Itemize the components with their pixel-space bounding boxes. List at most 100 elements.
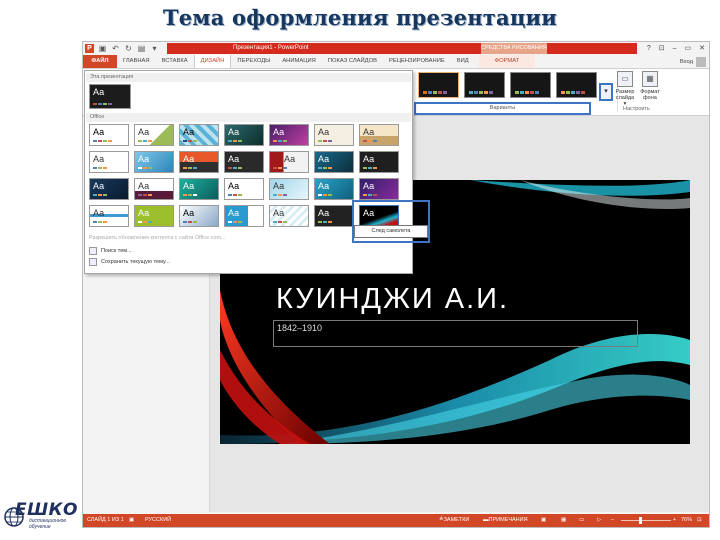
save-current-theme-link[interactable]: Сохранить текущую тему...	[89, 258, 170, 266]
theme-tile[interactable]: Аа	[179, 205, 219, 227]
logo-tagline: дистанционное обучение	[29, 518, 66, 530]
tab-format[interactable]: ФОРМАТ	[478, 55, 536, 68]
theme-tile[interactable]: Аа	[224, 178, 264, 200]
format-background-button[interactable]: ▦ Формат фона	[639, 71, 661, 101]
theme-tile[interactable]: Аа	[314, 124, 354, 146]
tab-transitions[interactable]: ПЕРЕХОДЫ	[231, 55, 276, 68]
slide-heading[interactable]: КУИНДЖИ А.И.	[276, 283, 509, 316]
subtitle-placeholder[interactable]: 1842–1910	[273, 320, 638, 347]
reading-view-icon[interactable]: ▭	[579, 514, 584, 527]
redo-icon[interactable]: ↻	[124, 44, 133, 53]
theme-tile-label: Аа	[183, 127, 195, 137]
slide-size-button[interactable]: ▭ Размер слайда ▾	[614, 71, 636, 107]
theme-tile[interactable]: Аа	[314, 151, 354, 173]
undo-icon[interactable]: ↶	[111, 44, 120, 53]
theme-tile-label: Аа	[138, 154, 150, 164]
tab-animations[interactable]: АНИМАЦИЯ	[276, 55, 322, 68]
title-bar: P ▣ ↶ ↻ ▤ ▾ Презентация1 - PowerPoint СР…	[83, 42, 709, 55]
theme-tile[interactable]: Аа	[314, 178, 354, 200]
theme-tile-label: Аа	[138, 127, 150, 137]
theme-tile-label: Аа	[363, 154, 375, 164]
theme-tile[interactable]: Аа	[269, 178, 309, 200]
zoom-slider[interactable]	[621, 520, 671, 521]
theme-tile[interactable]: Аа	[134, 151, 174, 173]
close-icon[interactable]: ✕	[699, 43, 705, 54]
minimize-icon[interactable]: –	[673, 43, 677, 54]
slide-size-icon: ▭	[617, 71, 633, 87]
zoom-out-icon[interactable]: –	[611, 514, 614, 527]
theme-tile-label: Аа	[228, 181, 240, 191]
theme-tile-label: Аа	[273, 208, 285, 218]
ribbon-tabs: ФАЙЛ ГЛАВНАЯ ВСТАВКА ДИЗАЙН ПЕРЕХОДЫ АНИ…	[83, 55, 709, 69]
variants-more-button[interactable]: ▾	[599, 83, 613, 101]
browse-label: Поиск тем...	[101, 248, 132, 254]
theme-tile[interactable]: Аа	[89, 178, 129, 200]
zoom-in-icon[interactable]: +	[673, 514, 676, 527]
theme-tile[interactable]: Аа	[179, 124, 219, 146]
sign-in[interactable]: Вход	[680, 55, 706, 68]
theme-tile-current[interactable]: Аа	[89, 84, 131, 109]
zoom-slider-thumb[interactable]	[639, 517, 642, 524]
slide-sorter-icon[interactable]: ▦	[561, 514, 566, 527]
slide-subtitle: 1842–1910	[277, 323, 323, 333]
theme-tooltip: След самолета	[354, 225, 428, 238]
theme-tile[interactable]: Аа	[359, 178, 399, 200]
ribbon-display-icon[interactable]: ⊡	[659, 43, 665, 54]
save-icon[interactable]: ▣	[98, 44, 107, 53]
tab-file[interactable]: ФАЙЛ	[83, 55, 117, 68]
language-indicator[interactable]: РУССКИЙ	[145, 514, 171, 527]
theme-tile-label: Аа	[93, 154, 105, 164]
avatar[interactable]	[696, 56, 706, 67]
theme-tile-label: Аа	[93, 181, 105, 191]
format-background-icon: ▦	[642, 71, 658, 87]
zoom-level[interactable]: 76%	[681, 514, 692, 527]
theme-tile[interactable]: Аа	[359, 151, 399, 173]
slideshow-icon[interactable]: ▷	[597, 514, 601, 527]
variant-thumbnail[interactable]	[510, 72, 551, 98]
variant-thumbnail[interactable]	[464, 72, 505, 98]
theme-tile[interactable]: Аа	[134, 178, 174, 200]
theme-tile[interactable]: Аа	[224, 151, 264, 173]
theme-tile[interactable]: Аа	[269, 124, 309, 146]
powerpoint-window: P ▣ ↶ ↻ ▤ ▾ Презентация1 - PowerPoint СР…	[82, 41, 710, 528]
spellcheck-icon[interactable]: ▣	[129, 514, 134, 527]
tab-slideshow[interactable]: ПОКАЗ СЛАЙДОВ	[322, 55, 383, 68]
browse-themes-link[interactable]: Поиск тем...	[89, 247, 132, 255]
theme-tile[interactable]: Аа	[269, 151, 309, 173]
tab-design[interactable]: ДИЗАЙН	[193, 55, 232, 68]
theme-tile-label: Аа	[228, 208, 240, 218]
theme-tile[interactable]: Аа	[224, 205, 264, 227]
variant-thumbnail[interactable]	[556, 72, 597, 98]
theme-tile[interactable]: Аа	[314, 205, 354, 227]
fit-slide-icon[interactable]: ⊡	[697, 514, 702, 527]
start-slideshow-icon[interactable]: ▤	[137, 44, 146, 53]
theme-tile[interactable]: Аа	[89, 205, 129, 227]
theme-tile-label: Аа	[363, 181, 375, 191]
help-icon[interactable]: ?	[647, 43, 651, 54]
normal-view-icon[interactable]: ▣	[541, 514, 546, 527]
theme-tile[interactable]: Аа	[89, 124, 129, 146]
window-title: Презентация1 - PowerPoint	[233, 45, 309, 51]
theme-tile[interactable]: Аа	[179, 178, 219, 200]
maximize-icon[interactable]: ▭	[685, 43, 692, 54]
tab-view[interactable]: ВИД	[451, 55, 475, 68]
notes-button[interactable]: ≙ ЗАМЕТКИ	[439, 514, 469, 527]
comments-button[interactable]: ▬ ПРИМЕЧАНИЯ	[483, 514, 528, 527]
folder-icon	[89, 247, 97, 255]
theme-tile[interactable]: Аа	[224, 124, 264, 146]
variant-thumbnail[interactable]	[418, 72, 459, 98]
theme-tile[interactable]: Аа	[134, 124, 174, 146]
tab-review[interactable]: РЕЦЕНЗИРОВАНИЕ	[383, 55, 451, 68]
tab-insert[interactable]: ВСТАВКА	[156, 55, 194, 68]
theme-tile[interactable]: Аа	[134, 205, 174, 227]
tab-home[interactable]: ГЛАВНАЯ	[117, 55, 156, 68]
theme-tile-label: Аа	[183, 208, 195, 218]
theme-tile[interactable]: Аа	[359, 124, 399, 146]
customize-group-label: Настроить	[623, 106, 650, 112]
theme-tile[interactable]: Аа	[89, 151, 129, 173]
sign-in-label[interactable]: Вход	[680, 59, 693, 65]
theme-tile[interactable]: Аа	[179, 151, 219, 173]
customize-qat-icon[interactable]: ▾	[150, 44, 159, 53]
theme-tile[interactable]: Аа	[269, 205, 309, 227]
enable-office-updates-link[interactable]: Разрешить обновления контента с сайта Of…	[89, 235, 226, 241]
